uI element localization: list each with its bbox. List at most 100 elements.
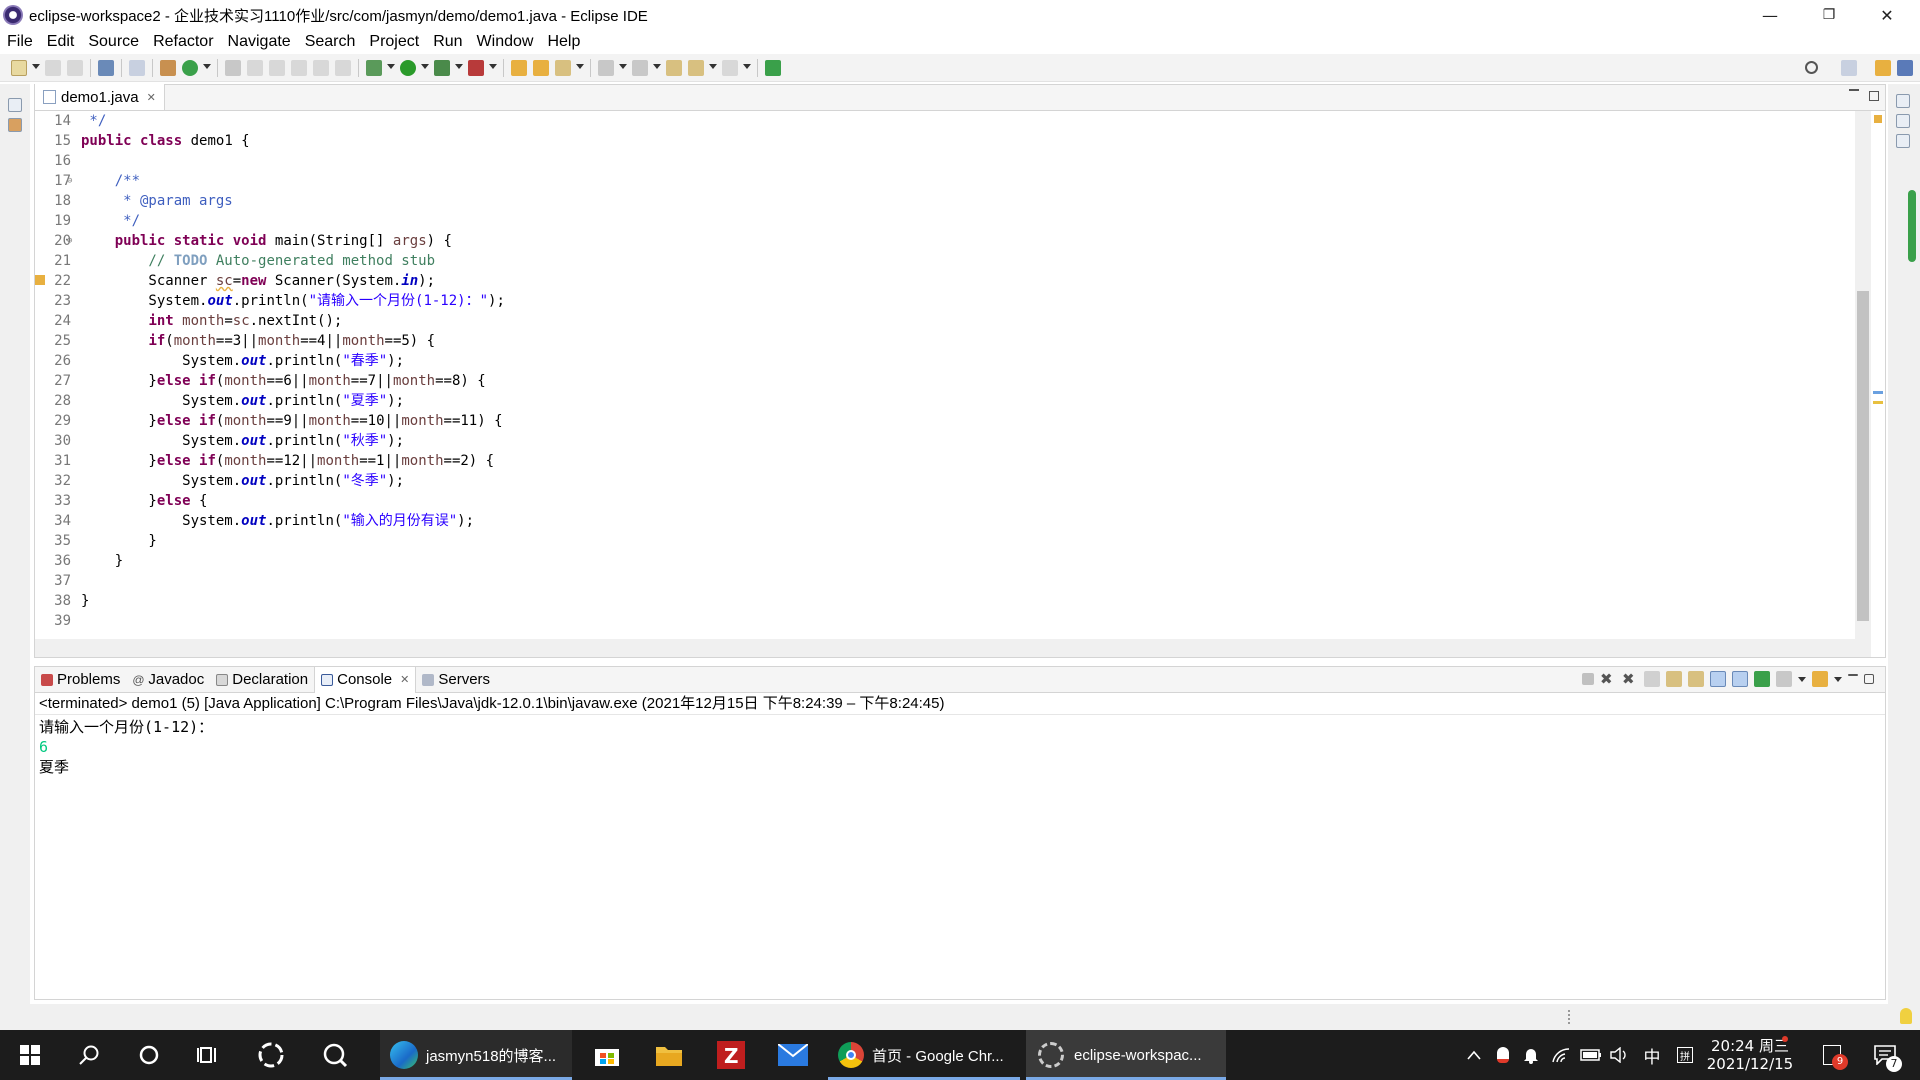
pen-icon[interactable] [555, 59, 571, 76]
new-java-package-icon[interactable] [160, 59, 176, 76]
tab-declaration[interactable]: Declaration [210, 667, 314, 693]
app-pinned-search-tool[interactable] [310, 1030, 360, 1080]
new-icon[interactable] [11, 59, 27, 76]
search-references-icon[interactable] [269, 59, 285, 76]
restore-button[interactable]: ❐ [1806, 0, 1852, 30]
tab-problems[interactable]: Problems [35, 667, 126, 693]
overview-marker[interactable] [1873, 401, 1883, 404]
word-wrap-icon[interactable] [1688, 671, 1704, 687]
coverage-icon[interactable] [434, 59, 450, 76]
next-annotation-dropdown-icon[interactable] [619, 64, 627, 71]
menu-navigate[interactable]: Navigate [221, 33, 298, 51]
remove-launch-icon[interactable]: ✖ [1600, 671, 1616, 687]
open-folder-icon[interactable] [511, 59, 527, 76]
cortana-button[interactable] [124, 1030, 174, 1080]
forward-icon[interactable] [722, 59, 738, 76]
minimize-view-icon[interactable] [1848, 674, 1858, 676]
run-dropdown-icon[interactable] [421, 64, 429, 71]
taskbar-app-edge[interactable]: jasmyn518的博客... [380, 1030, 572, 1080]
fold-collapse-icon[interactable]: ⊖ [67, 231, 72, 251]
menu-window[interactable]: Window [470, 33, 541, 51]
taskbar-app-eclipse[interactable]: eclipse-workspac... [1026, 1030, 1226, 1080]
pin-console-icon[interactable] [1754, 671, 1770, 687]
close-button[interactable]: ✕ [1864, 0, 1910, 30]
open-project-icon[interactable] [533, 59, 549, 76]
editor-vertical-scrollbar[interactable] [1855, 111, 1871, 639]
debug-icon[interactable] [366, 59, 382, 76]
restore-view-icon[interactable] [1896, 94, 1910, 108]
overview-marker[interactable] [1873, 391, 1883, 394]
show-on-stderr-icon[interactable] [1732, 671, 1748, 687]
minimize-editor-icon[interactable] [1849, 89, 1859, 91]
tray-battery[interactable] [1578, 1030, 1604, 1080]
maximize-editor-icon[interactable] [1869, 91, 1879, 101]
tip-lightbulb-icon[interactable] [1900, 1008, 1912, 1024]
forward-dropdown-icon[interactable] [743, 64, 751, 71]
new-dropdown-icon[interactable] [32, 64, 40, 71]
debug-dropdown-icon[interactable] [387, 64, 395, 71]
warning-marker-icon[interactable] [35, 275, 45, 285]
back-dropdown-icon[interactable] [709, 64, 717, 71]
tab-javadoc[interactable]: @ Javadoc [126, 667, 210, 693]
fold-collapse-icon[interactable]: ⊖ [67, 171, 72, 191]
annotation-icon[interactable] [247, 59, 263, 76]
menu-run[interactable]: Run [426, 33, 469, 51]
previous-annotation-icon[interactable] [632, 59, 648, 76]
java-ee-perspective-icon[interactable] [1875, 59, 1891, 76]
external-tools-dropdown-icon[interactable] [489, 64, 497, 71]
task-view-button[interactable] [184, 1030, 234, 1080]
search-taskbar-button[interactable] [64, 1030, 114, 1080]
package-explorer-icon[interactable] [8, 118, 22, 132]
search-icon[interactable] [1805, 61, 1818, 74]
menu-file[interactable]: File [0, 33, 40, 51]
app-pinned-filezilla[interactable]: Z [706, 1030, 756, 1080]
outline-icon[interactable] [1896, 114, 1910, 128]
tray-network[interactable] [1548, 1030, 1574, 1080]
remove-all-terminated-icon[interactable]: ✖ [1622, 671, 1638, 687]
back-icon[interactable] [688, 59, 704, 76]
pen-dropdown-icon[interactable] [576, 64, 584, 71]
run-icon[interactable] [400, 59, 416, 76]
java-perspective-icon[interactable] [1897, 59, 1913, 76]
warning-summary-icon[interactable] [1874, 115, 1882, 123]
coverage-dropdown-icon[interactable] [455, 64, 463, 71]
open-perspective-icon[interactable] [1841, 59, 1857, 76]
app-pinned-file-explorer[interactable] [644, 1030, 694, 1080]
show-on-stdout-icon[interactable] [1710, 671, 1726, 687]
pin-editor-icon[interactable] [765, 59, 781, 76]
open-type-icon[interactable] [225, 59, 241, 76]
previous-annotation-dropdown-icon[interactable] [653, 64, 661, 71]
heap-status-indicator[interactable] [1908, 190, 1916, 262]
menu-help[interactable]: Help [540, 33, 587, 51]
menu-project[interactable]: Project [362, 33, 426, 51]
tab-console[interactable]: Console ✕ [314, 666, 417, 693]
menu-search[interactable]: Search [298, 33, 363, 51]
tray-ime-input[interactable]: 拼 [1672, 1030, 1698, 1080]
new-class-dropdown-icon[interactable] [203, 64, 211, 71]
external-tools-icon[interactable] [468, 59, 484, 76]
editor-tab-demo1-java[interactable]: demo1.java ✕ [35, 84, 165, 110]
app-pinned-mail[interactable] [768, 1030, 818, 1080]
maximize-view-icon[interactable] [1864, 674, 1874, 684]
display-console-icon[interactable] [1776, 671, 1792, 687]
app-pinned-swirl[interactable] [246, 1030, 296, 1080]
show-whitespace-icon[interactable] [335, 59, 351, 76]
menu-edit[interactable]: Edit [40, 33, 82, 51]
toggle-mark-occurrences-icon[interactable] [291, 59, 307, 76]
close-console-icon[interactable]: ✕ [400, 673, 409, 686]
console-vertical-scrollbar[interactable] [1867, 717, 1881, 979]
clear-console-icon[interactable] [1644, 671, 1660, 687]
start-button[interactable] [0, 1030, 60, 1080]
new-java-class-icon[interactable] [182, 59, 198, 76]
tray-messages[interactable]: 9 [1814, 1030, 1850, 1080]
tab-servers[interactable]: Servers [416, 667, 496, 693]
minimize-button[interactable]: — [1747, 0, 1793, 30]
action-center-button[interactable]: 7 [1862, 1030, 1908, 1080]
tray-volume[interactable] [1606, 1030, 1632, 1080]
editor-horizontal-scrollbar[interactable] [35, 639, 1871, 657]
close-tab-icon[interactable]: ✕ [147, 91, 156, 104]
app-pinned-store[interactable] [582, 1030, 632, 1080]
open-console-icon[interactable] [1812, 671, 1828, 687]
tray-ime-mode[interactable]: 中 [1638, 1030, 1666, 1080]
tray-notifications[interactable] [1518, 1030, 1544, 1080]
